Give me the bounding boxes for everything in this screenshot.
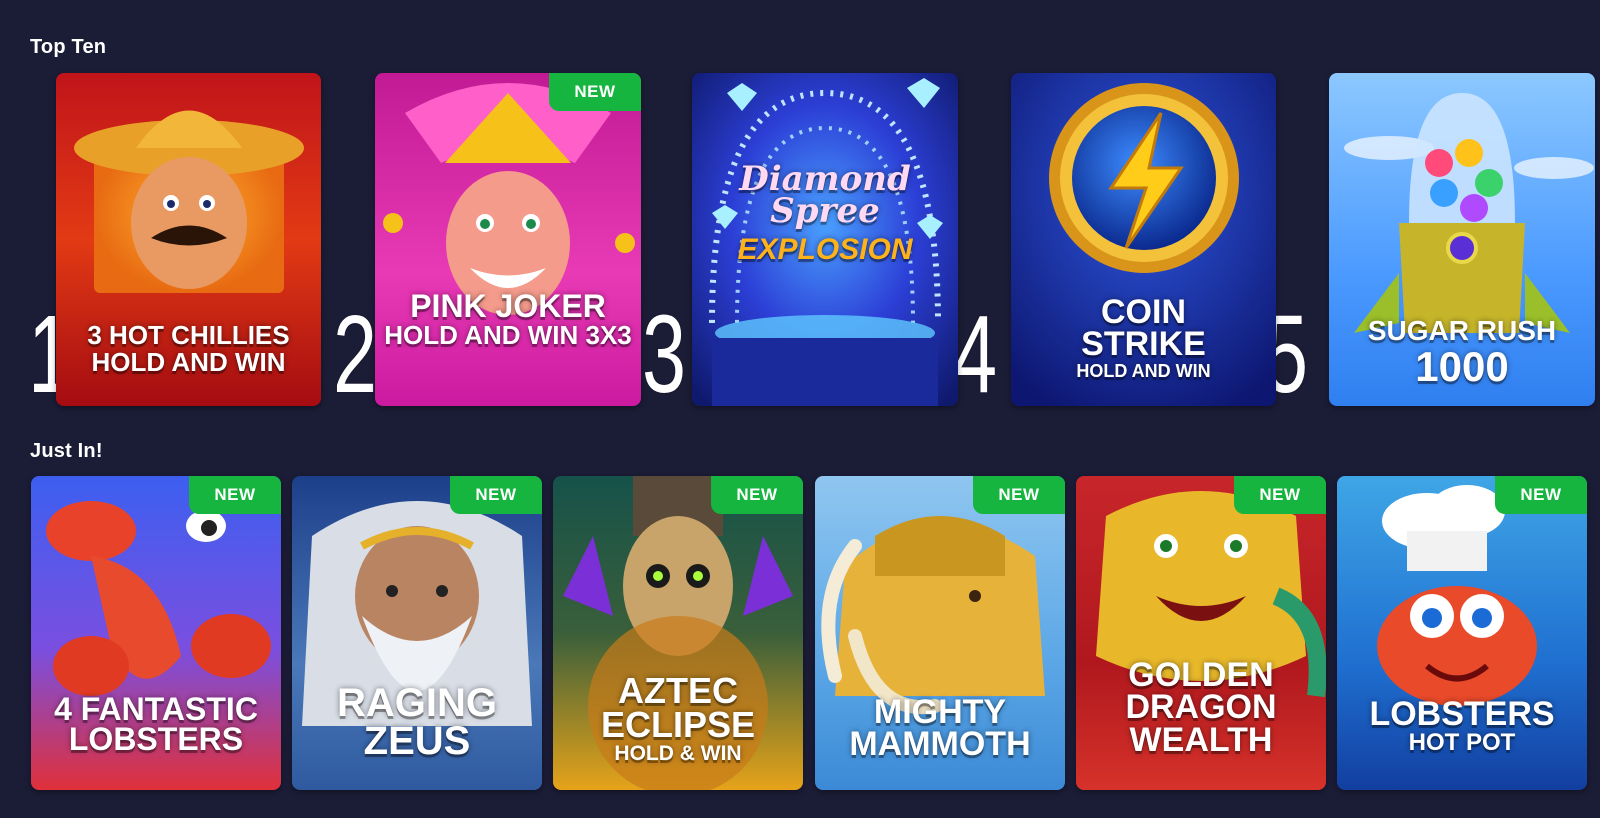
- game-title: MIGHTY MAMMOTH: [849, 693, 1031, 764]
- game-title-sub: EXPLOSION: [737, 232, 913, 266]
- game-tile-aztec-eclipse[interactable]: AZTEC ECLIPSE HOLD & WIN NEW: [553, 476, 803, 790]
- new-badge: NEW: [1234, 476, 1326, 514]
- rank-number: 2: [333, 293, 378, 416]
- game-tile-golden-dragon-wealth[interactable]: GOLDEN DRAGON WEALTH NEW: [1076, 476, 1326, 790]
- game-title-main: Diamond Spree: [739, 159, 911, 232]
- game-title: 4 FANTASTIC LOBSTERS: [54, 691, 258, 758]
- game-tile-raging-zeus[interactable]: RAGING ZEUS NEW: [292, 476, 542, 790]
- game-art-image: [375, 73, 641, 406]
- game-tile-sugar-rush-1000[interactable]: SUGAR RUSH 1000: [1329, 73, 1595, 406]
- new-badge: NEW: [189, 476, 281, 514]
- game-title-main: 3 HOT CHILLIES: [87, 320, 290, 350]
- game-title-main: PINK JOKER: [410, 288, 606, 324]
- game-title: SUGAR RUSH 1000: [1337, 315, 1587, 390]
- game-title: 3 HOT CHILLIES HOLD AND WIN: [64, 320, 313, 377]
- game-title-main: SUGAR RUSH: [1367, 315, 1557, 346]
- new-badge: NEW: [711, 476, 803, 514]
- game-title: LOBSTERS HOT POT: [1345, 695, 1579, 757]
- game-tile-pink-joker[interactable]: PINK JOKER HOLD AND WIN 3X3 NEW: [375, 73, 641, 406]
- game-title-sub: HOLD AND WIN: [1076, 360, 1211, 381]
- game-title-sub: HOLD AND WIN: [91, 346, 286, 377]
- rank-number: 4: [953, 293, 998, 416]
- game-title: AZTEC ECLIPSE HOLD & WIN: [561, 670, 795, 766]
- game-title-main: LOBSTERS: [1369, 695, 1555, 733]
- game-title: RAGING ZEUS: [337, 681, 497, 763]
- game-tile-4-fantastic-lobsters[interactable]: 4 FANTASTIC LOBSTERS NEW: [31, 476, 281, 790]
- game-title-main: GOLDEN DRAGON WEALTH: [1125, 656, 1277, 759]
- game-title: COIN STRIKE HOLD AND WIN: [1019, 293, 1268, 381]
- game-title-sub: HOLD & WIN: [614, 742, 742, 766]
- rank-number: 3: [642, 293, 687, 416]
- game-title-sub: 1000: [1415, 342, 1509, 390]
- section-title-just-in: Just In!: [30, 440, 103, 462]
- game-tile-lobsters-hot-pot[interactable]: LOBSTERS HOT POT NEW: [1337, 476, 1587, 790]
- game-title: PINK JOKER HOLD AND WIN 3X3: [383, 288, 633, 351]
- game-title-main: COIN STRIKE: [1081, 293, 1206, 364]
- new-badge: NEW: [450, 476, 542, 514]
- game-title-sub: HOT POT: [1408, 729, 1516, 757]
- section-title-top-ten: Top Ten: [30, 36, 107, 58]
- game-title: Diamond Spree EXPLOSION: [700, 162, 950, 266]
- new-badge: NEW: [549, 73, 641, 111]
- game-tile-coin-strike[interactable]: COIN STRIKE HOLD AND WIN: [1011, 73, 1276, 406]
- new-badge: NEW: [973, 476, 1065, 514]
- game-tile-diamond-spree-explosion[interactable]: Diamond Spree EXPLOSION: [692, 73, 958, 406]
- game-tile-3-hot-chillies[interactable]: 3 HOT CHILLIES HOLD AND WIN: [56, 73, 321, 406]
- game-title-main: AZTEC ECLIPSE: [600, 670, 756, 746]
- game-title: GOLDEN DRAGON WEALTH: [1084, 656, 1318, 759]
- new-badge: NEW: [1495, 476, 1587, 514]
- game-tile-mighty-mammoth[interactable]: MIGHTY MAMMOTH NEW: [815, 476, 1065, 790]
- game-title-sub: HOLD AND WIN 3X3: [384, 320, 632, 351]
